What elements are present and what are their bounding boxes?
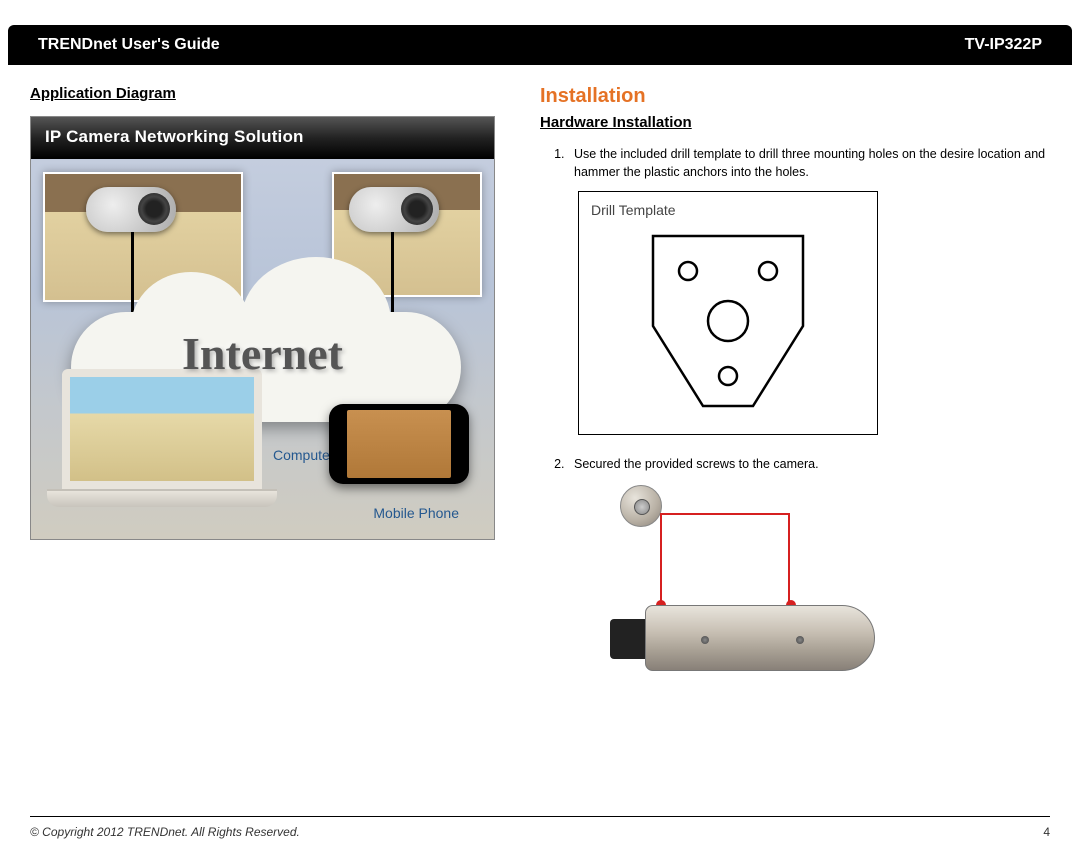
phone-icon xyxy=(329,404,469,484)
hardware-install-heading: Hardware Installation xyxy=(540,114,1050,131)
installation-title: Installation xyxy=(540,85,1050,108)
app-diagram-heading: Application Diagram xyxy=(30,85,500,102)
instruction-list: Use the included drill template to drill… xyxy=(568,145,1050,181)
step-1: Use the included drill template to drill… xyxy=(568,145,1050,181)
step-2: Secured the provided screws to the camer… xyxy=(568,455,1050,473)
page-content: Application Diagram IP Camera Networking… xyxy=(0,65,1080,695)
camera-icon xyxy=(349,187,439,232)
screw-icon xyxy=(620,485,662,527)
guide-title: TRENDnet User's Guide xyxy=(38,36,220,54)
copyright-text: © Copyright 2012 TRENDnet. All Rights Re… xyxy=(30,825,300,839)
page-header: TRENDnet User's Guide TV-IP322P xyxy=(8,25,1072,65)
camera-icon xyxy=(86,187,176,232)
instruction-list-2: Secured the provided screws to the camer… xyxy=(568,455,1050,473)
page-footer: © Copyright 2012 TRENDnet. All Rights Re… xyxy=(30,816,1050,839)
left-column: Application Diagram IP Camera Networking… xyxy=(30,85,500,695)
cable-line xyxy=(391,232,394,322)
drill-template-figure: Drill Template xyxy=(578,191,878,435)
right-column: Installation Hardware Installation Use t… xyxy=(540,85,1050,695)
model-number: TV-IP322P xyxy=(965,36,1042,54)
drill-template-label: Drill Template xyxy=(591,202,865,218)
cloud-label: Internet xyxy=(31,327,494,380)
mobile-label: Mobile Phone xyxy=(373,505,459,521)
callout-line xyxy=(660,513,790,605)
application-diagram: IP Camera Networking Solution Internet C… xyxy=(30,116,495,540)
computer-label: Computer xyxy=(273,447,334,463)
camera-body-icon xyxy=(610,595,890,685)
page-number: 4 xyxy=(1043,825,1050,839)
camera-screw-figure xyxy=(610,485,930,695)
diagram-title: IP Camera Networking Solution xyxy=(31,117,494,159)
drill-template-icon xyxy=(633,226,823,416)
laptop-icon xyxy=(47,369,277,519)
